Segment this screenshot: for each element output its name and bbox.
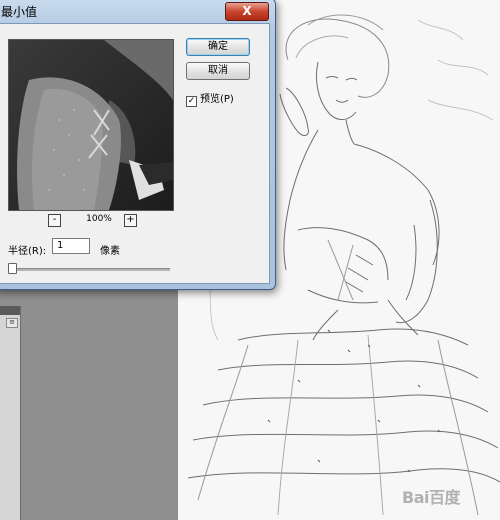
radius-input[interactable] — [52, 238, 90, 254]
radius-label: 半径(R): — [8, 246, 47, 257]
preview-photo — [9, 40, 173, 210]
panel-menu-icon[interactable]: ≡ — [6, 318, 18, 328]
baidu-watermark: Bai百度 — [402, 480, 492, 508]
radius-unit: 像素 — [100, 246, 120, 257]
dialog-body: - 100% + 半径(R): 像素 确定 取消 ✓预览(P) — [0, 23, 270, 284]
checkbox-check-icon[interactable]: ✓ — [186, 96, 197, 107]
ok-button[interactable]: 确定 — [186, 38, 250, 56]
zoom-out-button[interactable]: - — [48, 214, 61, 227]
filter-preview-image[interactable] — [8, 39, 174, 211]
radius-slider-thumb[interactable] — [8, 263, 18, 274]
preview-checkbox[interactable]: ✓ 预览(P) — [186, 90, 234, 107]
watermark-text: Bai百度 — [402, 488, 460, 507]
minimum-filter-dialog: 最小值 X - 100% + 半径(R): 1 像素 确定 取消 ✓ 预览(P) — [0, 0, 276, 290]
zoom-level: 100% — [86, 214, 112, 224]
dialog-title: 最小值 — [1, 5, 38, 19]
zoom-controls: - 100% + — [48, 214, 148, 228]
panel-titlebar — [0, 306, 20, 315]
close-button[interactable]: X — [225, 2, 269, 21]
zoom-in-button[interactable]: + — [124, 214, 137, 227]
radius-slider-track[interactable] — [8, 268, 170, 271]
left-side-panel: ≡ — [0, 306, 21, 520]
preview-checkbox-label: 预览(P) — [200, 94, 234, 105]
cancel-button[interactable]: 取消 — [186, 62, 250, 80]
